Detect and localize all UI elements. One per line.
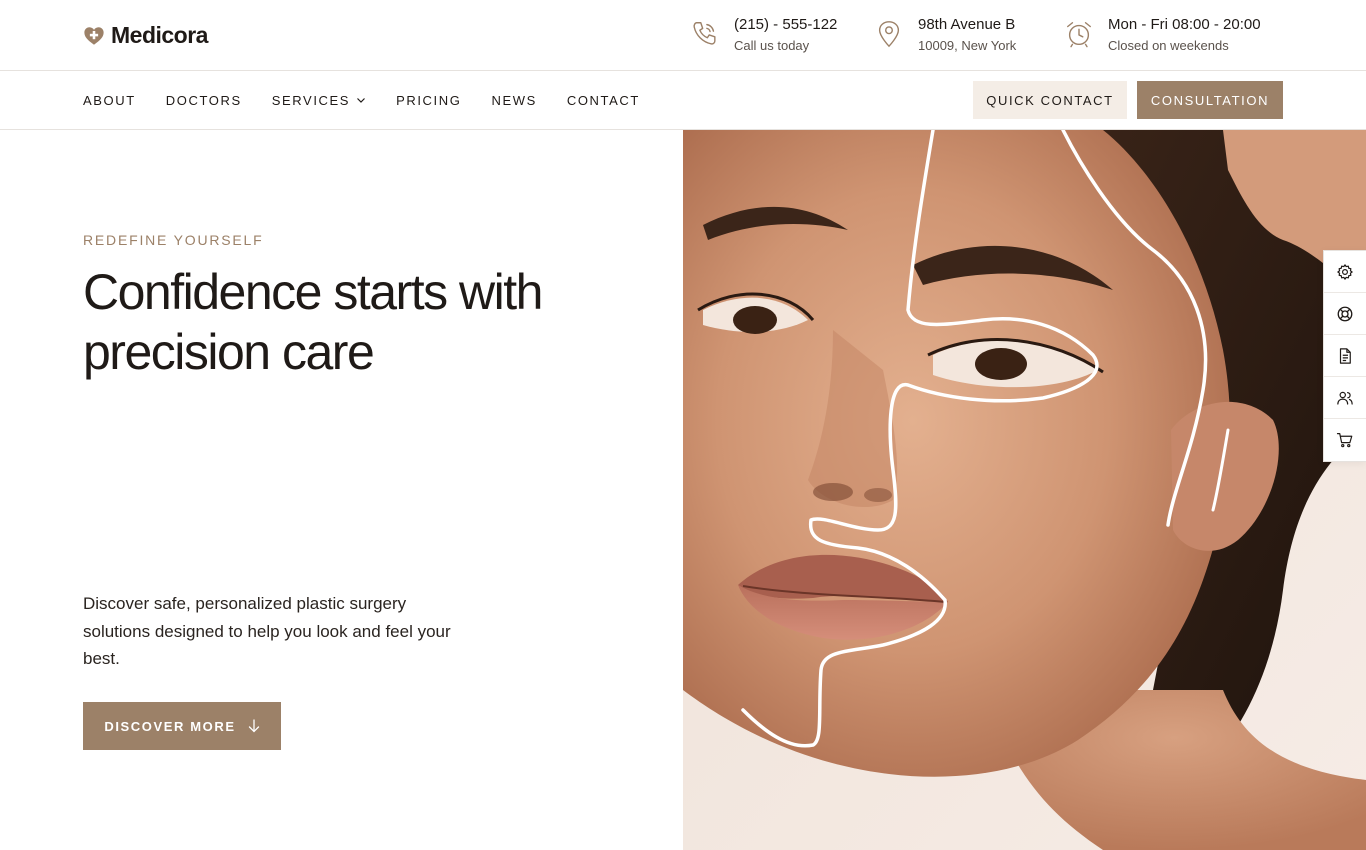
settings-gear-icon bbox=[1337, 263, 1353, 280]
phone-number: (215) - 555-122 bbox=[734, 16, 838, 33]
headline-highlight: Confidence bbox=[83, 264, 322, 320]
phone-icon bbox=[693, 22, 716, 45]
face-portrait-illustration bbox=[683, 130, 1366, 850]
sidebar-users-button[interactable] bbox=[1324, 377, 1366, 419]
discover-more-label: DISCOVER MORE bbox=[104, 718, 236, 734]
contact-phone[interactable]: (215) - 555-122 Call us today bbox=[690, 15, 837, 57]
contact-address[interactable]: 98th Avenue B 10009, New York bbox=[874, 15, 1016, 57]
sidebar-docs-button[interactable] bbox=[1324, 335, 1366, 377]
hero-headline: Confidence starts with precision care bbox=[83, 262, 643, 382]
floating-sidebar bbox=[1323, 250, 1366, 462]
map-pin-icon bbox=[878, 21, 900, 48]
alarm-clock-icon bbox=[1067, 22, 1091, 48]
lifebuoy-icon bbox=[1337, 306, 1353, 321]
sidebar-settings-button[interactable] bbox=[1324, 251, 1366, 293]
discover-more-button[interactable]: DISCOVER MORE bbox=[83, 702, 281, 750]
quick-contact-button[interactable]: QUICK CONTACT bbox=[973, 81, 1127, 119]
top-bar: Medicora (215) - 555-122 Call us today 9… bbox=[0, 0, 1366, 71]
logo[interactable]: Medicora bbox=[83, 22, 208, 49]
hours-line1: Mon - Fri 08:00 - 20:00 bbox=[1108, 16, 1261, 33]
nav-pricing[interactable]: PRICING bbox=[396, 93, 461, 108]
address-line1: 98th Avenue B bbox=[918, 16, 1016, 33]
hero-image bbox=[683, 130, 1366, 850]
hero-eyebrow: REDEFINE YOURSELF bbox=[83, 232, 264, 248]
consultation-button[interactable]: CONSULTATION bbox=[1137, 81, 1283, 119]
nav-services[interactable]: SERVICES bbox=[272, 93, 366, 108]
address-line2: 10009, New York bbox=[918, 38, 1017, 53]
brand-name: Medicora bbox=[111, 22, 208, 48]
main-nav: ABOUT DOCTORS SERVICES PRICING NEWS CONT… bbox=[83, 71, 670, 129]
nav-about[interactable]: ABOUT bbox=[83, 93, 136, 108]
contact-hours: Mon - Fri 08:00 - 20:00 Closed on weeken… bbox=[1064, 15, 1261, 57]
hours-line2: Closed on weekends bbox=[1108, 38, 1229, 53]
main-navbar: ABOUT DOCTORS SERVICES PRICING NEWS CONT… bbox=[0, 71, 1366, 130]
heart-cross-logo-icon bbox=[84, 26, 104, 45]
hero-description: Discover safe, personalized plastic surg… bbox=[83, 594, 451, 668]
nav-news[interactable]: NEWS bbox=[491, 93, 536, 108]
nav-doctors[interactable]: DOCTORS bbox=[166, 93, 242, 108]
nav-contact[interactable]: CONTACT bbox=[567, 93, 640, 108]
phone-caption: Call us today bbox=[734, 38, 810, 53]
nav-services-label: SERVICES bbox=[271, 92, 351, 108]
chevron-down-icon bbox=[357, 98, 366, 103]
document-icon bbox=[1339, 347, 1351, 364]
sidebar-support-button[interactable] bbox=[1324, 293, 1366, 335]
sidebar-cart-button[interactable] bbox=[1324, 419, 1366, 461]
users-icon bbox=[1337, 391, 1353, 405]
arrow-down-icon bbox=[248, 719, 259, 733]
cart-icon bbox=[1336, 433, 1353, 448]
